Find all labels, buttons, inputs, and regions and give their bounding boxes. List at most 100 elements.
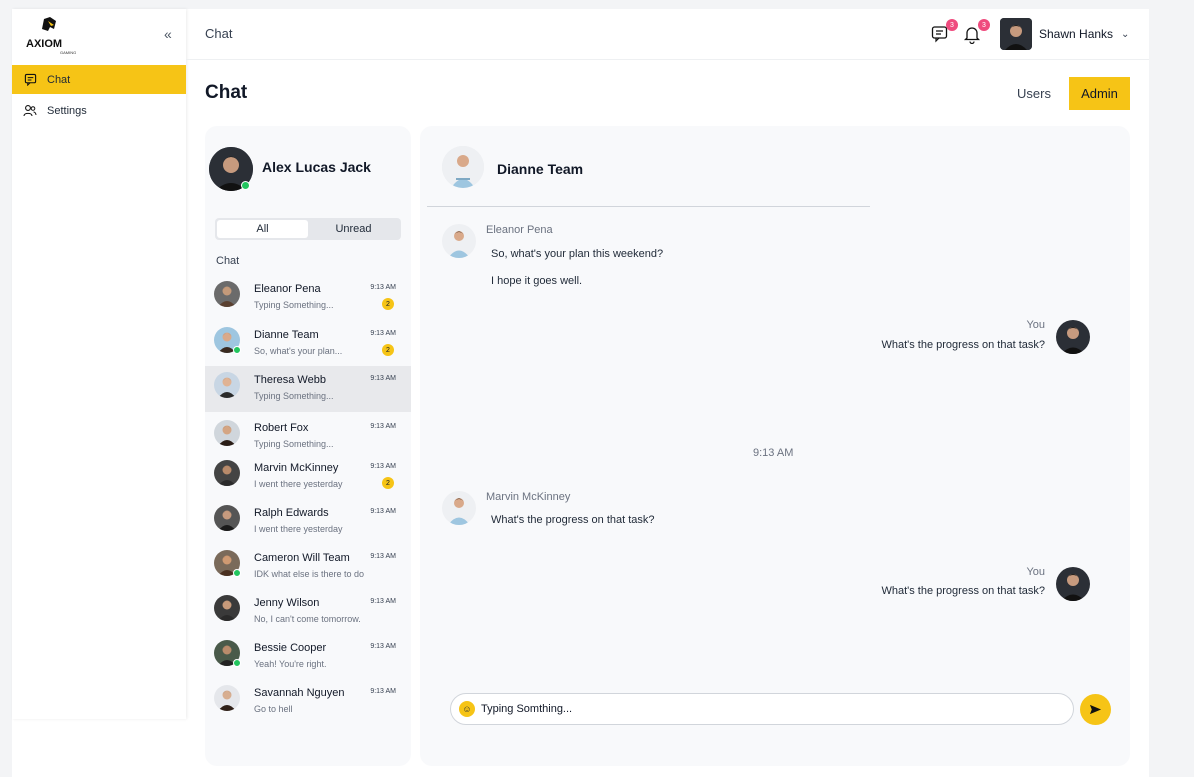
chat-list-item[interactable]: Savannah Nguyen Go to hell 9:13 AM [205, 679, 411, 725]
sidebar-item-settings[interactable]: Settings [12, 96, 186, 125]
chat-time: 9:13 AM [370, 688, 396, 695]
avatar [442, 146, 484, 188]
message-text: So, what's your plan this weekend? [491, 248, 664, 260]
chat-time: 9:13 AM [370, 284, 396, 291]
notifications-badge: 3 [978, 19, 990, 31]
sidebar-item-chat[interactable]: Chat [12, 65, 186, 94]
chat-name: Savannah Nguyen [254, 687, 345, 699]
avatar [1056, 567, 1090, 601]
chat-list-item[interactable]: Eleanor Pena Typing Something... 9:13 AM 2 [205, 275, 411, 321]
chat-preview: Typing Something... [254, 439, 334, 449]
chat-list-item[interactable]: Marvin McKinney I went there yesterday 9:1… [205, 454, 411, 500]
avatar [214, 685, 240, 711]
message-text: What's the progress on that task? [881, 585, 1045, 597]
message-sender: Eleanor Pena [486, 224, 553, 236]
conversation-title: Dianne Team [497, 161, 584, 177]
messages-button[interactable]: 3 [930, 19, 958, 46]
chat-time: 9:13 AM [370, 423, 396, 430]
online-indicator [233, 346, 241, 354]
chat-name: Bessie Cooper [254, 642, 327, 654]
chat-name: Dianne Team [254, 329, 319, 341]
chat-list-item[interactable]: Theresa Webb Typing Something... 9:13 AM [205, 366, 411, 412]
chat-icon [23, 73, 37, 87]
message-sender: You [1026, 566, 1045, 578]
sidebar-item-label: Chat [47, 73, 71, 86]
avatar [214, 372, 240, 398]
sidebar-item-label: Settings [47, 104, 87, 117]
messages-badge: 3 [946, 19, 958, 31]
chevron-down-icon: ⌄ [1121, 28, 1130, 40]
top-bar: Chat 3 3 Shawn Hanks ⌄ [186, 9, 1149, 60]
chat-list-item[interactable]: Dianne Team So, what's your plan... 9:13 A… [205, 321, 411, 367]
brand-tagline: GAMING [60, 50, 76, 55]
time-divider: 9:13 AM [753, 447, 794, 459]
chat-time: 9:13 AM [370, 643, 396, 650]
chat-name: Theresa Webb [254, 374, 326, 386]
users-tab[interactable]: Users [1017, 86, 1051, 101]
chat-time: 9:13 AM [370, 508, 396, 515]
avatar [214, 420, 240, 446]
chat-preview: IDK what else is there to do [254, 569, 365, 579]
chat-name: Ralph Edwards [254, 507, 329, 519]
chat-time: 9:13 AM [370, 598, 396, 605]
chat-preview: No, I can't come tomorrow. [254, 614, 361, 624]
conversation-panel: Dianne Team Eleanor Pena So, what's your… [420, 126, 1130, 766]
avatar [214, 281, 240, 307]
chat-preview: Go to hell [254, 704, 293, 714]
message-text: What's the progress on that task? [491, 514, 655, 526]
current-user-name: Alex Lucas Jack [262, 159, 371, 175]
breadcrumb: Chat [205, 26, 233, 41]
chat-preview: I went there yesterday [254, 479, 343, 489]
chat-preview: I went there yesterday [254, 524, 343, 534]
chat-list-item[interactable]: Ralph Edwards I went there yesterday 9:13 … [205, 499, 411, 545]
message-text: I hope it goes well. [491, 275, 583, 287]
chat-preview: So, what's your plan... [254, 346, 343, 356]
chat-section-label: Chat [216, 255, 240, 267]
unread-badge: 2 [382, 344, 394, 356]
online-indicator [233, 659, 241, 667]
avatar [1056, 320, 1090, 354]
online-indicator [241, 181, 250, 190]
brand-logo: AXIOM GAMING [24, 15, 84, 55]
avatar [214, 505, 240, 531]
chat-time: 9:13 AM [370, 330, 396, 337]
filter-unread[interactable]: Unread [308, 220, 399, 238]
avatar [1000, 18, 1032, 50]
users-icon [23, 104, 37, 118]
user-name: Shawn Hanks [1039, 27, 1114, 41]
chat-time: 9:13 AM [370, 463, 396, 470]
divider [427, 206, 870, 207]
avatar [442, 491, 476, 525]
unread-badge: 2 [382, 477, 394, 489]
chat-name: Jenny Wilson [254, 597, 320, 609]
chat-list-item[interactable]: Cameron Will Team IDK what else is there … [205, 544, 411, 590]
chat-list-item[interactable]: Bessie Cooper Yeah! You're right. 9:13 AM [205, 634, 411, 680]
chat-name: Cameron Will Team [254, 552, 350, 564]
chat-list-item[interactable]: Jenny Wilson No, I can't come tomorrow. 9:… [205, 589, 411, 635]
notifications-button[interactable]: 3 [962, 19, 990, 46]
page-title: Chat [205, 82, 248, 103]
online-indicator [233, 569, 241, 577]
message-sender: You [1026, 319, 1045, 331]
brand-wordmark: AXIOM [26, 38, 62, 50]
admin-button[interactable]: Admin [1069, 77, 1130, 110]
chat-name: Marvin McKinney [254, 462, 339, 474]
send-icon [1089, 704, 1102, 715]
chat-time: 9:13 AM [370, 375, 396, 382]
chat-time: 9:13 AM [370, 553, 396, 560]
send-button[interactable] [1080, 694, 1111, 725]
sidebar: AXIOM GAMING « Chat Settings [12, 9, 186, 719]
message-composer: ☺ [450, 693, 1074, 725]
avatar [214, 595, 240, 621]
chat-name: Robert Fox [254, 422, 309, 434]
collapse-sidebar-icon[interactable]: « [164, 26, 172, 42]
emoji-icon[interactable]: ☺ [459, 701, 475, 717]
message-sender: Marvin McKinney [486, 491, 571, 503]
filter-all[interactable]: All [217, 220, 308, 238]
chat-preview: Yeah! You're right. [254, 659, 327, 669]
user-menu[interactable]: Shawn Hanks ⌄ [1000, 18, 1129, 50]
chat-preview: Typing Something... [254, 300, 334, 310]
app-window: AXIOM GAMING « Chat Settings Chat 3 3 Sh… [12, 9, 1149, 777]
message-input[interactable] [481, 703, 1041, 715]
chat-preview: Typing Something... [254, 391, 334, 401]
